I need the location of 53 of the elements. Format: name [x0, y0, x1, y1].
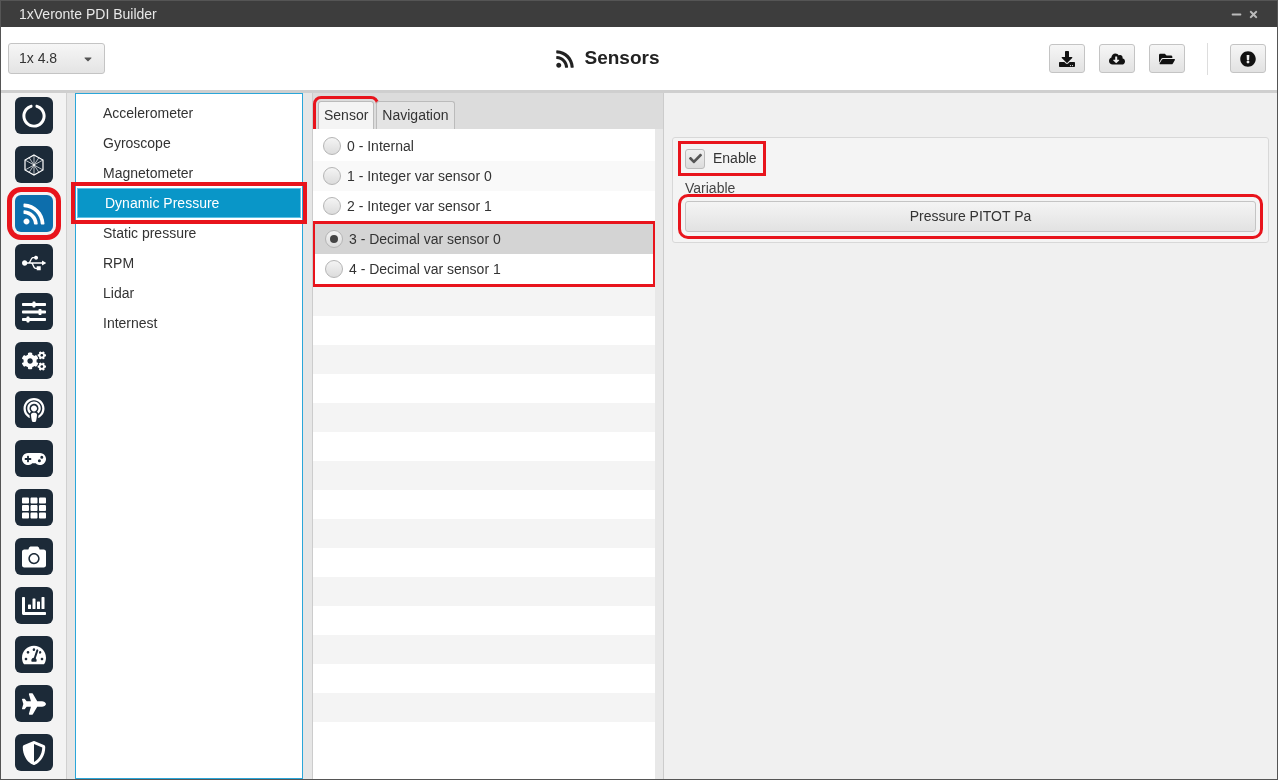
download-icon	[1059, 50, 1075, 67]
nav-icon-button[interactable]	[14, 391, 53, 428]
gears-icon	[21, 348, 46, 373]
download-button[interactable]	[1049, 44, 1085, 73]
nav-icon-button[interactable]	[14, 293, 53, 330]
nav-icon-button[interactable]	[14, 734, 53, 771]
nav-icon-button[interactable]	[14, 97, 53, 134]
rss-feed-icon	[554, 48, 575, 69]
radio-button[interactable]	[325, 230, 343, 248]
window-title: 1xVeronte PDI Builder	[19, 4, 158, 24]
sliders-icon	[21, 299, 46, 324]
alert-button[interactable]	[1230, 44, 1266, 73]
circle-notch-icon	[21, 103, 46, 128]
sensor-list-item[interactable]: Lidar	[76, 278, 302, 308]
radio-button[interactable]	[325, 260, 343, 278]
radio-option[interactable]: 3 - Decimal var sensor 0	[315, 224, 653, 254]
nav-icon-button[interactable]	[14, 587, 53, 624]
nav-icon-button[interactable]	[14, 685, 53, 722]
sensor-list-item[interactable]: Internest	[76, 308, 302, 338]
nav-icon-button[interactable]	[14, 440, 53, 477]
alert-icon	[1240, 50, 1256, 67]
version-dropdown[interactable]: 1x 4.8	[8, 43, 105, 74]
shield-icon	[21, 740, 46, 765]
sensor-list-item[interactable]: Gyroscope	[76, 128, 302, 158]
sensor-list-item[interactable]: Static pressure	[76, 218, 302, 248]
close-icon[interactable]	[1248, 8, 1259, 20]
variable-label: Variable	[685, 179, 737, 198]
nav-icon-button[interactable]	[14, 342, 53, 379]
camera-icon	[21, 544, 46, 569]
tab[interactable]: Navigation	[376, 101, 455, 129]
cloud-download-icon	[1109, 50, 1125, 67]
nav-icon-button[interactable]	[14, 244, 53, 281]
radio-option[interactable]: 1 - Integer var sensor 0	[313, 161, 655, 191]
grid-icon	[21, 495, 46, 520]
sensor-list-item[interactable]: Magnetometer	[76, 158, 302, 188]
check-icon	[688, 152, 702, 165]
page-title: Sensors	[584, 46, 660, 71]
nav-icon-button[interactable]	[14, 636, 53, 673]
cloud-download-button[interactable]	[1099, 44, 1135, 73]
nav-icon-button[interactable]	[14, 146, 53, 183]
nav-icon-button[interactable]	[14, 489, 53, 526]
enable-checkbox[interactable]: Enable	[685, 148, 759, 169]
open-folder-button[interactable]	[1149, 44, 1185, 73]
radio-button[interactable]	[323, 167, 341, 185]
broadcast-icon	[21, 397, 46, 422]
radio-button[interactable]	[323, 137, 341, 155]
airplane-icon	[21, 691, 46, 716]
sensor-list-item[interactable]: RPM	[76, 248, 302, 278]
radio-button[interactable]	[323, 197, 341, 215]
rss-feed-icon	[21, 201, 46, 226]
hexagon-lattice-icon	[21, 152, 46, 177]
sensor-list-item[interactable]: Accelerometer	[76, 98, 302, 128]
nav-icon-button[interactable]	[14, 538, 53, 575]
